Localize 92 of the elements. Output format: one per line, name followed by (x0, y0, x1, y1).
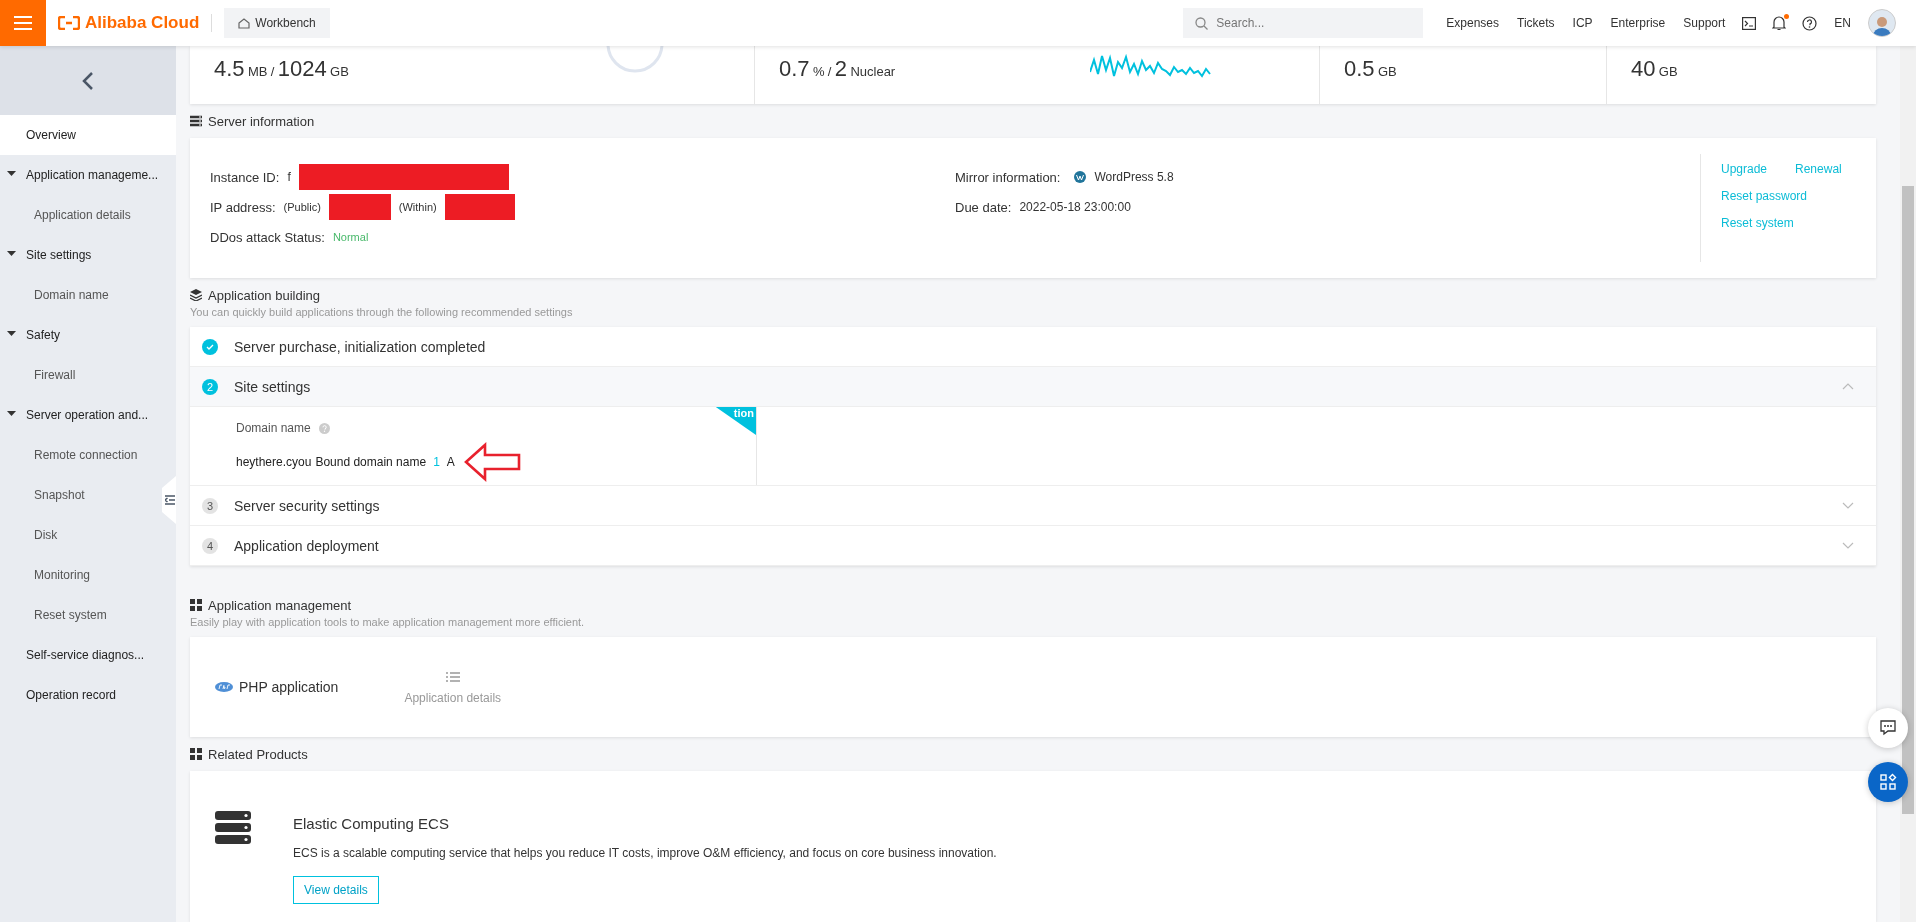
nav-link[interactable]: ICP (1572, 16, 1593, 30)
help-button[interactable] (1802, 15, 1818, 31)
sidebar-item[interactable]: Remote connection (0, 435, 162, 475)
terminal-button[interactable] (1742, 16, 1757, 30)
grid-icon (190, 599, 202, 611)
domain-name: heythere.cyou (236, 455, 312, 469)
workbench-button[interactable]: Workbench (224, 8, 330, 38)
step-header[interactable]: 3 Server security settings (190, 486, 1876, 526)
avatar[interactable] (1868, 9, 1896, 37)
nav-link[interactable]: Support (1683, 16, 1726, 30)
terminal-icon (1742, 16, 1757, 30)
sidebar-item[interactable]: Snapshot (0, 475, 162, 515)
server-stack-icon (215, 811, 251, 844)
section-title: Application building (208, 287, 321, 303)
gauge-ring (605, 46, 665, 74)
sidebar-item[interactable]: Application manageme... (0, 155, 162, 195)
bell-icon (1772, 15, 1787, 31)
field-value: 2022-05-18 23:00:00 (1019, 200, 1131, 214)
field-label: Due date: (955, 199, 1012, 215)
sidebar-item[interactable]: Operation record (0, 675, 162, 715)
field-label: Domain name (236, 421, 311, 435)
list-icon (445, 672, 460, 682)
sidebar-item[interactable]: Site settings (0, 235, 162, 275)
field-value: WordPress 5.8 (1094, 170, 1174, 184)
step-number: 3 (202, 497, 218, 514)
sidebar-item[interactable]: Overview (0, 115, 176, 155)
product-description: ECS is a scalable computing service that helps you reduce IT costs, improve O&M efficiency, and focus on core business innovation. (293, 846, 997, 860)
field-label: Instance ID: (210, 169, 280, 185)
help-icon (318, 422, 330, 434)
field-value: Normal (332, 231, 369, 243)
step-header[interactable]: 2 Site settings (190, 367, 1876, 407)
apps-icon (1879, 773, 1897, 791)
application-name[interactable]: PHP application (239, 679, 339, 695)
field-label: Mirror information: (955, 169, 1061, 185)
php-icon (215, 682, 233, 692)
chevron-up-icon (1842, 383, 1854, 390)
person-icon (1871, 14, 1893, 36)
step-number: 2 (202, 378, 218, 395)
unit-label: A (446, 455, 455, 469)
sidebar-item[interactable]: Reset system (0, 595, 162, 635)
metric-value: 0.5 GB (1344, 56, 1397, 82)
metric-value: 4.5 MB /1024 GB (214, 56, 349, 82)
field-label: IP address: (210, 199, 276, 215)
section-title: Server information (208, 113, 315, 129)
sidebar-item[interactable]: Disk (0, 515, 162, 555)
search-field[interactable]: Search... (1183, 8, 1424, 38)
menu-button[interactable] (0, 0, 46, 46)
field-value: f (287, 170, 291, 184)
nav-link[interactable]: Enterprise (1610, 16, 1666, 30)
step-number: 4 (202, 537, 218, 554)
section-title: Application management (208, 597, 352, 613)
nav-link[interactable]: Expenses (1446, 16, 1499, 30)
metric-value: 0.7% /2 Nuclear (779, 56, 896, 82)
grid-icon (190, 748, 202, 760)
sidebar-item[interactable]: Self-service diagnos... (0, 635, 162, 675)
chevron-down-icon (1842, 542, 1854, 549)
annotation-arrow (462, 441, 523, 483)
field-label: (Within) (398, 201, 437, 213)
notification-button[interactable] (1772, 15, 1787, 31)
layers-icon (190, 289, 202, 301)
help-icon (1802, 15, 1818, 31)
logo-icon (58, 16, 80, 30)
sidebar-item[interactable]: Monitoring (0, 555, 162, 595)
check-icon (202, 338, 218, 355)
sidebar-item[interactable]: Application details (0, 195, 162, 235)
section-title: Related Products (208, 746, 308, 762)
field-value: Bound domain name (315, 455, 427, 469)
chat-icon (1879, 719, 1897, 737)
field-label: (Public) (283, 201, 321, 213)
nav-link[interactable]: Tickets (1517, 16, 1555, 30)
menu-icon (14, 16, 32, 30)
home-icon (238, 17, 251, 29)
chevron-left-icon (82, 70, 94, 91)
product-name: Elastic Computing ECS (293, 815, 450, 832)
section-subtitle: You can quickly build applications through the following recommended settings (190, 306, 574, 318)
metric-value: 40 GB (1631, 56, 1678, 82)
corner-ribbon: tion (715, 407, 756, 435)
wordpress-icon (1074, 171, 1087, 183)
sidebar-item[interactable]: Safety (0, 315, 162, 355)
chevron-down-icon (1842, 502, 1854, 509)
step-header[interactable]: 4 Application deployment (190, 526, 1876, 566)
server-list-icon (190, 115, 202, 127)
section-subtitle: Easily play with application tools to make application management more efficient. (190, 616, 586, 628)
outdent-icon (165, 495, 175, 505)
language-link[interactable]: EN (1834, 16, 1851, 30)
scrollbar-thumb[interactable] (1902, 186, 1914, 814)
scrollbar[interactable] (1900, 46, 1916, 922)
sidebar-item[interactable]: Firewall (0, 355, 162, 395)
logo-text: Alibaba Cloud (85, 13, 200, 33)
sidebar-item[interactable]: Server operation and... (0, 395, 162, 435)
field-label: DDos attack Status: (210, 229, 325, 245)
sidebar-item[interactable]: Domain name (0, 275, 162, 315)
